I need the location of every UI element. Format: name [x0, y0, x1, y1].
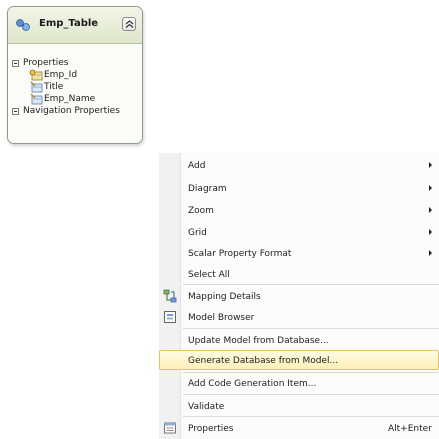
menu-item-label: Validate — [188, 402, 225, 412]
menu-item-label: Diagram — [188, 184, 227, 194]
menu-item-label: Add — [188, 161, 206, 171]
submenu-arrow-icon — [429, 162, 432, 168]
menu-separator — [183, 328, 439, 329]
menu-item-validate[interactable]: Validate — [159, 396, 439, 416]
menu-item-label: Scalar Property Format — [188, 249, 292, 259]
model-browser-icon — [164, 311, 176, 323]
collapse-toggle-icon[interactable] — [12, 107, 19, 115]
menu-separator — [183, 284, 439, 285]
entity-shape-emp-table[interactable]: Emp_Table Properties Emp_Id Title Emp_Na… — [7, 6, 143, 144]
key-property-icon — [29, 69, 43, 81]
entity-title: Emp_Table — [39, 18, 99, 29]
submenu-arrow-icon — [429, 207, 432, 213]
collapse-button[interactable] — [122, 17, 136, 31]
properties-icon — [164, 422, 176, 434]
properties-section-label: Properties — [23, 58, 69, 68]
entity-body: Properties Emp_Id Title Emp_Name Navigat… — [8, 44, 142, 143]
menu-item-label: Properties — [188, 424, 234, 434]
menu-item-label: Add Code Generation Item... — [188, 379, 317, 389]
menu-item-select-all[interactable]: Select All — [159, 264, 439, 284]
property-name: Emp_Name — [44, 94, 96, 104]
menu-item-add[interactable]: Add — [159, 155, 439, 175]
menu-item-properties[interactable]: Properties Alt+Enter — [159, 418, 439, 438]
menu-item-update-model[interactable]: Update Model from Database... — [159, 330, 439, 350]
menu-item-generate-database[interactable]: Generate Database from Model... — [159, 350, 439, 370]
menu-item-grid[interactable]: Grid — [159, 222, 439, 242]
menu-item-mapping-details[interactable]: Mapping Details — [159, 286, 439, 306]
entity-type-icon — [14, 16, 32, 34]
menu-item-label: Model Browser — [188, 313, 255, 323]
menu-item-label: Grid — [188, 228, 207, 238]
property-name: Title — [44, 82, 64, 92]
property-item[interactable]: Title — [29, 81, 63, 93]
collapse-toggle-icon[interactable] — [12, 59, 19, 67]
submenu-arrow-icon — [429, 229, 432, 235]
submenu-arrow-icon — [429, 250, 432, 256]
menu-item-label: Zoom — [188, 206, 214, 216]
property-icon — [30, 81, 43, 93]
menu-item-scalar-property-format[interactable]: Scalar Property Format — [159, 243, 439, 263]
menu-item-label: Generate Database from Model... — [188, 356, 339, 366]
menu-item-shortcut: Alt+Enter — [388, 424, 432, 434]
double-chevron-up-icon — [125, 20, 134, 28]
property-icon — [30, 93, 43, 105]
menu-separator — [183, 394, 439, 395]
menu-item-diagram[interactable]: Diagram — [159, 178, 439, 198]
mapping-details-icon — [163, 289, 177, 303]
property-item[interactable]: Emp_Name — [29, 93, 95, 105]
navigation-properties-section[interactable]: Navigation Properties — [12, 105, 120, 117]
entity-header[interactable]: Emp_Table — [8, 7, 142, 44]
properties-section[interactable]: Properties — [12, 57, 68, 69]
menu-separator — [183, 416, 439, 417]
menu-item-label: Select All — [188, 270, 230, 280]
property-item[interactable]: Emp_Id — [29, 69, 77, 81]
menu-item-label: Mapping Details — [188, 292, 261, 302]
menu-item-add-code-generation[interactable]: Add Code Generation Item... — [159, 373, 439, 393]
menu-item-zoom[interactable]: Zoom — [159, 200, 439, 220]
navigation-section-label: Navigation Properties — [23, 106, 120, 116]
submenu-arrow-icon — [429, 185, 432, 191]
property-name: Emp_Id — [44, 70, 78, 80]
menu-item-model-browser[interactable]: Model Browser — [159, 307, 439, 327]
menu-item-label: Update Model from Database... — [188, 336, 329, 346]
context-menu: Add Diagram Zoom Grid Scalar Property Fo… — [159, 153, 439, 439]
